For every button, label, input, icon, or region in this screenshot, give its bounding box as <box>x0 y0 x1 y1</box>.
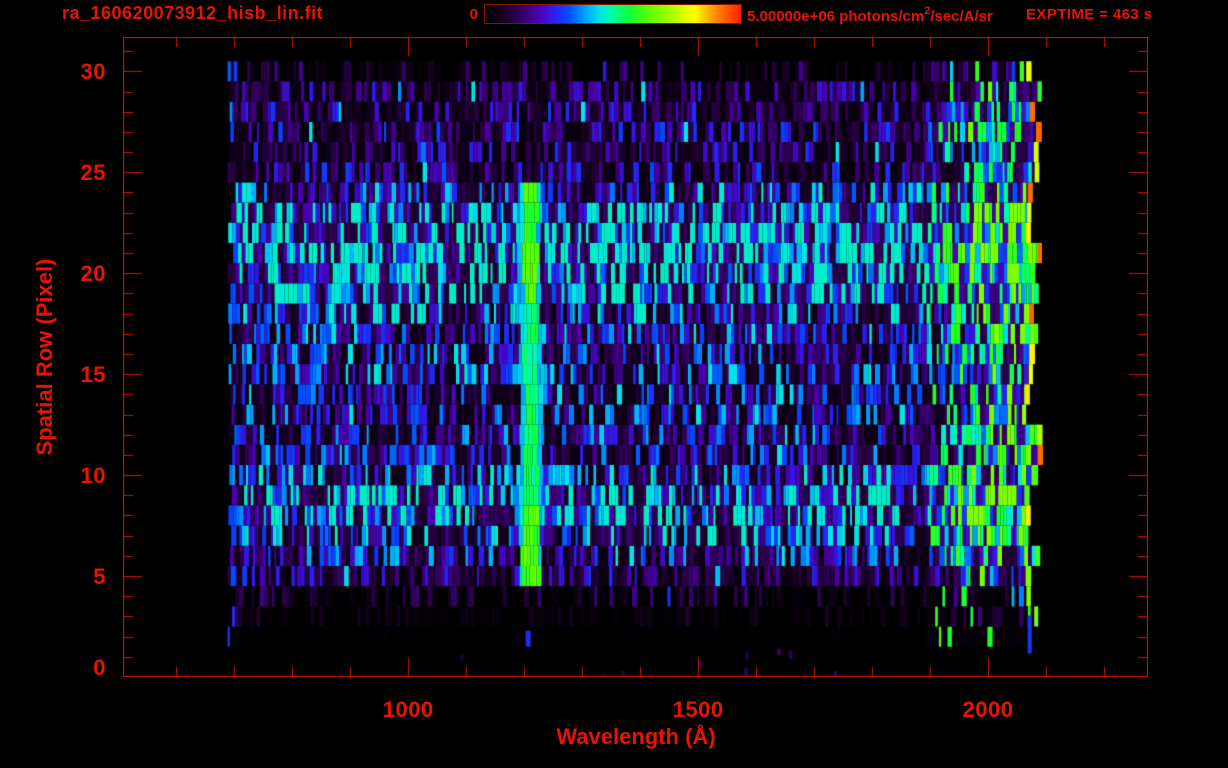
colorbar-units-pre: photons/cm <box>835 8 925 25</box>
x-tick-label: 1500 <box>672 697 724 722</box>
file-title: ra_160620073912_hisb_lin.fit <box>62 3 324 23</box>
colorbar-units-sup: 2 <box>924 5 931 17</box>
colorbar-gradient <box>484 4 742 24</box>
y-tick-label: 10 <box>80 463 106 489</box>
x-tick-label: 2000 <box>962 697 1014 722</box>
y-axis-title: Spatial Row (Pixel) <box>32 258 57 456</box>
spectral-image-canvas[interactable] <box>123 37 1148 677</box>
y-tick-label: 0 <box>93 655 106 680</box>
exptime-label: EXPTIME = 463 s <box>1026 6 1153 23</box>
colorbar-units-post: /sec/A/sr <box>930 8 993 25</box>
colorbar-min-label: 0 <box>469 6 478 23</box>
x-tick-label: 1000 <box>382 697 434 722</box>
y-tick-label: 15 <box>80 362 106 388</box>
y-tick-label: 30 <box>80 59 106 85</box>
y-tick-label: 20 <box>80 261 106 287</box>
colorbar-max-value: 5.00000e+06 <box>747 8 836 25</box>
colorbar-units-label: 5.00000e+06 photons/cm2/sec/A/sr <box>747 5 993 25</box>
y-tick-label: 5 <box>93 564 106 590</box>
y-tick-label: 25 <box>80 160 106 186</box>
x-axis-title: Wavelength (Å) <box>556 724 716 749</box>
